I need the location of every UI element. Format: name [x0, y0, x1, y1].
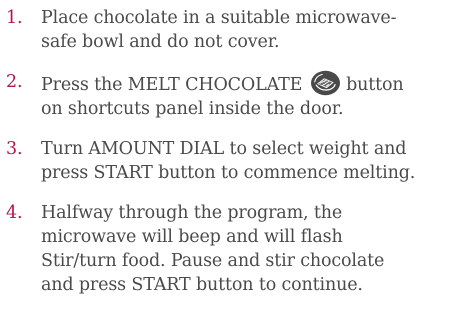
step-number: 3.	[6, 139, 23, 159]
step-text-line: press START button to commence melting.	[41, 163, 416, 183]
step-text: Press the MELT CHOCOLATE button on short…	[41, 70, 455, 121]
step-2: 2. Press the MELT CHOCOLATE button on sh…	[6, 70, 455, 121]
step-text-line: Turn AMOUNT DIAL to select weight and	[41, 139, 407, 159]
step-1: 1. Place chocolate in a suitable microwa…	[6, 6, 455, 54]
step-number: 2.	[6, 72, 23, 92]
step-text: Place chocolate in a suitable microwave-…	[41, 6, 455, 54]
step-3: 3. Turn AMOUNT DIAL to select weight and…	[6, 137, 455, 185]
step-text: Turn AMOUNT DIAL to select weight and pr…	[41, 137, 455, 185]
step-text-line: Place chocolate in a suitable microwave-	[41, 8, 397, 28]
step-text-line: on shortcuts panel inside the door.	[41, 99, 344, 119]
step-text-line: Stir/turn food. Pause and stir chocolate	[41, 251, 385, 271]
step-text-line: safe bowl and do not cover.	[41, 32, 280, 52]
melt-chocolate-icon	[310, 70, 341, 96]
step-4: 4. Halfway through the program, the micr…	[6, 201, 455, 297]
step-text-line: Press the MELT CHOCOLATE button	[41, 70, 455, 97]
step-text-line: microwave will beep and will flash	[41, 227, 343, 247]
step-text-line: and press START button to continue.	[41, 275, 363, 295]
instruction-steps: 1. Place chocolate in a suitable microwa…	[6, 6, 455, 313]
step-number: 1.	[6, 8, 23, 28]
step-text-segment: Press the MELT CHOCOLATE	[41, 75, 303, 95]
step-number: 4.	[6, 203, 23, 223]
step-text-line: Halfway through the program, the	[41, 203, 343, 223]
step-text-segment: button	[346, 75, 404, 95]
step-text: Halfway through the program, the microwa…	[41, 201, 455, 297]
